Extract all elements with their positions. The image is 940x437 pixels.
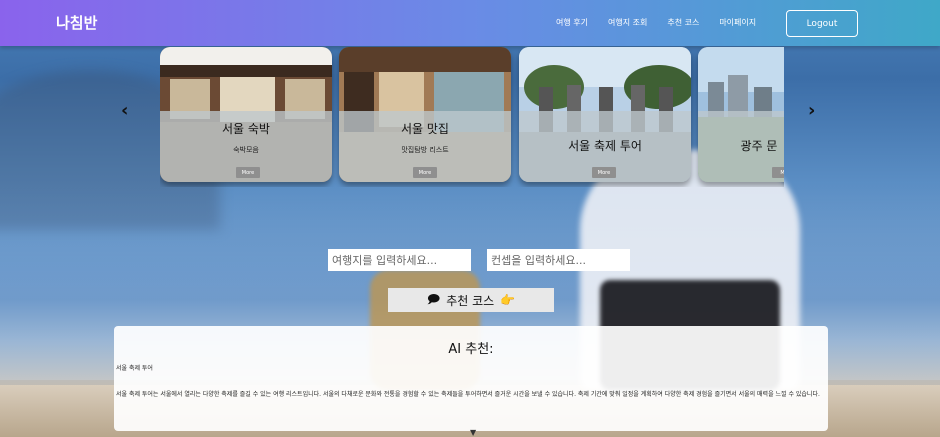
card-title: 서울 숙박 [222,122,270,136]
chat-icon: 🗩 [426,291,441,306]
logout-button[interactable]: Logout [786,10,858,37]
card-title: 서울 축제 투어 [568,139,642,153]
recommend-button-label: 추천 코스 [446,293,495,308]
carousel-prev-icon[interactable]: ‹ [121,100,128,121]
ai-course-title: 서울 축제 투어 [116,365,153,372]
card-more-button[interactable]: More [592,167,616,178]
card-more-button[interactable]: More [413,167,437,178]
carousel-next-icon[interactable]: › [808,100,815,121]
card-more-button[interactable]: More [236,167,260,178]
nav-travel-reviews[interactable]: 여행 후기 [556,17,588,28]
top-navbar: 나침반 여행 후기 여행지 조회 추천 코스 마이페이지 Logout [0,0,940,46]
scroll-down-icon[interactable]: ▼ [470,428,476,437]
nav-links: 여행 후기 여행지 조회 추천 코스 마이페이지 [556,17,776,28]
ai-heading: AI 추천: [448,342,494,357]
site-logo[interactable]: 나침반 [56,12,97,33]
card-title: 서울 맛집 [401,122,449,136]
card-subtitle: 숙박모음 [233,146,259,154]
carousel-card-seoul-festival-tour[interactable]: 서울 축제 투어 More [519,47,691,182]
carousel-card-gwangju[interactable]: 광주 문 Mo [698,47,784,182]
pointing-hand-icon: 👉 [500,293,516,307]
recommend-course-button[interactable]: 🗩 추천 코스 👉 [388,288,554,312]
ai-recommendation-panel: AI 추천: 서울 축제 투어 서울 축제 투어는 서울에서 열리는 다양한 축… [114,326,828,431]
card-subtitle: 맛집탐방 리스트 [401,146,449,154]
nav-my-page[interactable]: 마이페이지 [719,17,756,28]
ai-course-description: 서울 축제 투어는 서울에서 열리는 다양한 축제를 즐길 수 있는 여행 리스… [116,391,820,398]
nav-recommended-course[interactable]: 추천 코스 [667,17,699,28]
card-title: 광주 문 [740,139,778,153]
concept-input[interactable] [487,249,630,271]
nav-destination-search[interactable]: 여행지 조회 [608,17,647,28]
carousel-card-seoul-lodging[interactable]: 서울 숙박 숙박모음 More [160,47,332,182]
course-carousel: 서울 숙박 숙박모음 More 서울 맛집 맛집탐방 리스트 More 서울 축… [160,47,784,187]
carousel-card-seoul-restaurants[interactable]: 서울 맛집 맛집탐방 리스트 More [339,47,511,182]
card-more-button[interactable]: Mo [772,167,784,178]
destination-input[interactable] [328,249,471,271]
